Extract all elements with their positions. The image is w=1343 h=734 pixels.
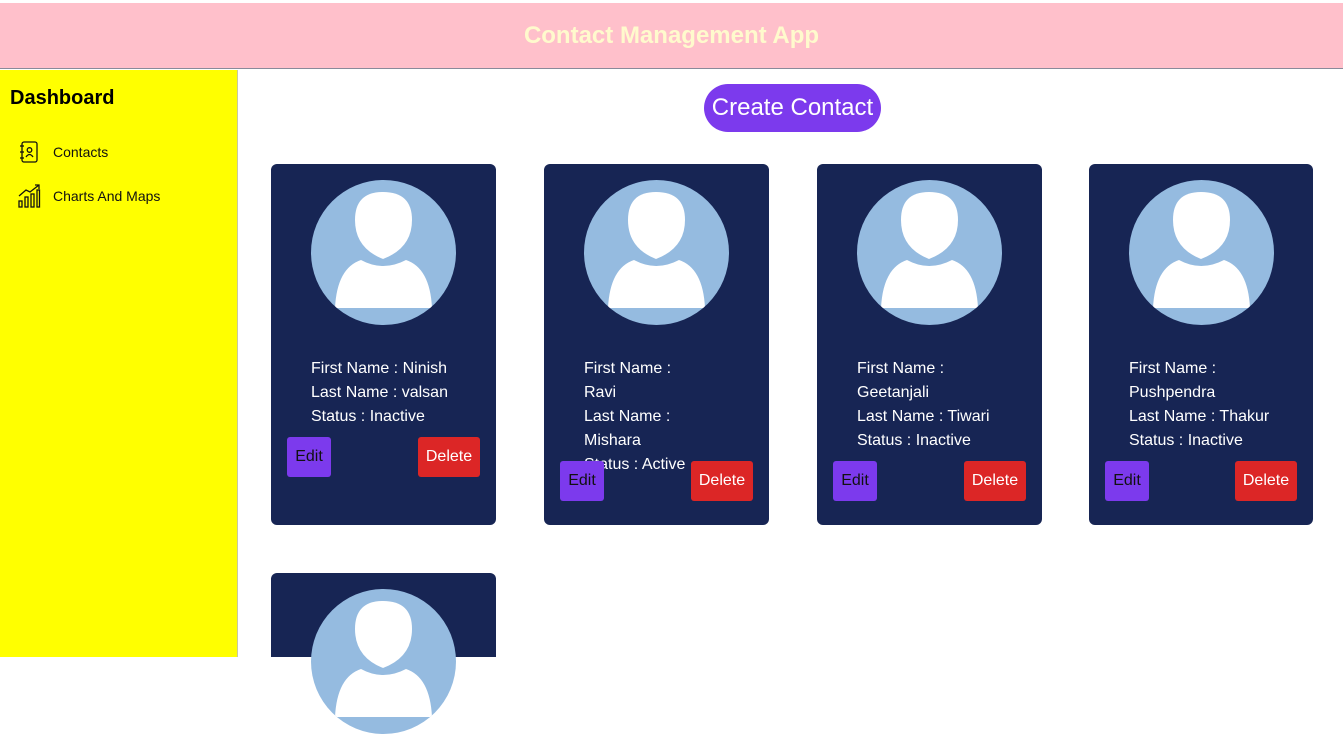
main-content: Create Contact First Name : Ninish Last … <box>239 70 1343 734</box>
user-silhouette-icon <box>335 601 432 717</box>
delete-button[interactable]: Delete <box>1235 461 1297 501</box>
status: Inactive <box>1187 432 1243 449</box>
avatar <box>857 180 1002 325</box>
create-contact-button[interactable]: Create Contact <box>704 84 881 132</box>
contact-card: First Name : Geetanjali Last Name : Tiwa… <box>817 164 1042 525</box>
first-name: Ninish <box>402 360 448 377</box>
status: Inactive <box>915 432 971 449</box>
first-name: Pushpendra <box>1129 384 1216 401</box>
contact-card: First Name : Pushpendra Last Name : Thak… <box>1089 164 1313 525</box>
avatar <box>311 589 456 734</box>
first-name: Ravi <box>584 384 617 401</box>
sidebar-item-contacts[interactable]: Contacts <box>17 140 108 164</box>
user-silhouette-icon <box>335 192 432 308</box>
user-silhouette-icon <box>1153 192 1250 308</box>
edit-button[interactable]: Edit <box>1105 461 1149 501</box>
bar-chart-icon <box>17 184 41 208</box>
contact-card <box>271 573 496 734</box>
last-name: valsan <box>401 384 448 401</box>
sidebar-item-label: Contacts <box>53 144 109 160</box>
last-name: Mishara <box>584 432 641 449</box>
contact-info: First Name : Geetanjali Last Name : Tiwa… <box>857 360 990 449</box>
status: Active <box>641 456 686 473</box>
last-name: Thakur <box>1219 408 1270 425</box>
contact-info: First Name : Ravi Last Name : Mishara St… <box>584 360 686 473</box>
sidebar-item-label: Charts And Maps <box>53 188 161 204</box>
edit-button[interactable]: Edit <box>560 461 604 501</box>
user-silhouette-icon <box>608 192 705 308</box>
sidebar-title: Dashboard <box>10 87 115 109</box>
delete-button[interactable]: Delete <box>691 461 753 501</box>
edit-button[interactable]: Edit <box>833 461 877 501</box>
contact-card: First Name : Ravi Last Name : Mishara St… <box>544 164 769 525</box>
user-silhouette-icon <box>881 192 978 308</box>
contact-info: First Name : Ninish Last Name : valsan S… <box>311 360 448 425</box>
delete-button[interactable]: Delete <box>418 437 480 477</box>
contact-info: First Name : Pushpendra Last Name : Thak… <box>1129 360 1270 449</box>
last-name: Tiwari <box>947 408 990 425</box>
status: Inactive <box>369 408 425 425</box>
avatar <box>584 180 729 325</box>
sidebar: Dashboard Contacts Charts And Maps <box>0 70 238 657</box>
avatar <box>1129 180 1274 325</box>
contact-book-icon <box>17 140 41 164</box>
app-header: Contact Management App <box>0 3 1343 69</box>
contact-card: First Name : Ninish Last Name : valsan S… <box>271 164 496 525</box>
avatar <box>311 180 456 325</box>
first-name: Geetanjali <box>857 384 930 401</box>
app-title: Contact Management App <box>523 21 820 49</box>
delete-button[interactable]: Delete <box>964 461 1026 501</box>
sidebar-item-charts-and-maps[interactable]: Charts And Maps <box>17 184 160 208</box>
edit-button[interactable]: Edit <box>287 437 331 477</box>
